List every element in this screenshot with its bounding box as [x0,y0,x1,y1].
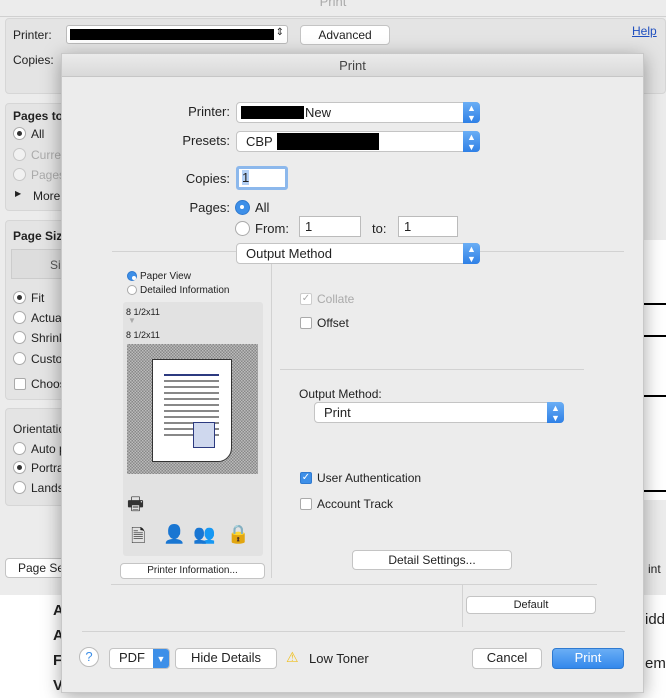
document-icon: 🗎 [131,526,146,546]
radio-portrait[interactable] [13,461,26,474]
document-text-right: iddleme [645,611,666,672]
cancel-button[interactable]: Cancel [472,648,542,669]
printer-information-button[interactable]: Printer Information... [120,563,265,579]
presets-select[interactable]: CBP ▲ ▼ [236,131,480,152]
hide-details-button[interactable]: Hide Details [175,648,277,669]
pages-heading: Pages to [13,109,64,123]
radio-current[interactable] [13,148,26,161]
radio-landscape[interactable] [13,481,26,494]
presets-label: Presets: [182,133,230,148]
pages-label: Pages: [189,200,230,215]
help-link[interactable]: Help [632,24,657,38]
printer-label: Printer: [13,28,52,42]
pages-from-radio[interactable] [235,221,250,236]
secure-document-icon: 🔒 [227,524,250,544]
presets-value: CBP [246,134,273,149]
printer-device-icon: 🖶 [127,494,144,514]
more-label[interactable]: More [33,189,60,203]
window-title: Print [319,0,347,9]
to-label: to: [372,221,387,236]
option-label: Shrink [31,331,66,345]
page-size-heading: Page Siz [13,229,63,243]
collate-label: Collate [317,292,355,306]
dialog-title: Print [62,54,643,77]
from-input[interactable]: 1 [299,216,361,237]
orientation-heading: Orientatio [13,422,66,436]
detail-settings-button[interactable]: Detail Settings... [352,550,512,570]
divider [280,369,584,370]
printer-label: Printer: [188,104,230,119]
to-input[interactable]: 1 [398,216,458,237]
page-preview [127,344,258,474]
page-thumbnail [152,359,232,462]
pages-all-label: All [255,200,270,215]
paper-view-label: Paper View [140,271,191,282]
divider [462,585,463,627]
choose-checkbox[interactable] [14,378,26,390]
radio-auto[interactable] [13,442,26,455]
copies-label: Copies: [13,53,54,67]
warning-icon: ⚠ [286,649,299,665]
divider [82,631,625,632]
offset-checkbox[interactable] [300,317,312,329]
chevron-updown-icon: ▲ ▼ [463,102,480,123]
option-label: Actua [31,311,62,325]
printer-select[interactable]: New ▲ ▼ [236,102,480,123]
users-icon: 👥 [193,524,216,544]
radio-actual[interactable] [13,311,26,324]
pdf-button[interactable]: PDF ▼ [109,648,170,669]
chevron-down-icon: ▼ [153,649,169,668]
advanced-button[interactable]: Advanced [300,25,390,45]
pages-all-radio[interactable] [235,200,250,215]
print-dialog: Print Printer: New ▲ ▼ Presets: CBP ▲ ▼ Copi… [61,53,644,693]
detailed-info-radio[interactable] [127,285,137,295]
default-button[interactable]: Default [466,596,596,614]
print-button-partial[interactable]: int [648,562,661,576]
document-preview-partial [644,240,666,500]
divider [271,264,272,578]
panel-select[interactable]: Output Method ▲ ▼ [236,243,480,264]
radio-fit[interactable] [13,291,26,304]
copies-input[interactable]: 1 [236,166,288,190]
output-method-label: Output Method: [299,387,382,401]
user-authentication-label: User Authentication [317,471,422,485]
option-label: All [31,127,45,141]
user-icon: 👤 [163,524,186,544]
radio-shrink[interactable] [13,331,26,344]
offset-label: Offset [317,316,349,330]
help-button[interactable]: ? [79,647,99,667]
option-label: Fit [31,291,45,305]
radio-pages[interactable] [13,168,26,181]
option-label: Pages [31,168,66,182]
copies-label: Copies: [185,171,230,186]
output-method-select[interactable]: Print ▲ ▼ [314,402,564,423]
chevron-updown-icon: ▲ ▼ [463,243,480,264]
radio-custom[interactable] [13,352,26,365]
chevron-updown-icon: ▲ ▼ [547,402,564,423]
radio-all[interactable] [13,127,26,140]
divider [0,16,666,17]
account-track-label: Account Track [317,497,394,511]
divider [111,584,597,585]
arrow-down-icon: ▼ [128,316,136,325]
print-button[interactable]: Print [552,648,624,669]
option-label: Custo [31,352,63,366]
option-label: Portra [31,461,64,475]
printer-select[interactable]: ⇕ [66,25,288,44]
option-label: Curre [31,148,62,162]
page-size-group [5,220,65,400]
preview-panel: 8 1/2x11 ▼ 8 1/2x11 🖶 🗎 👤 👥 🔒 [123,302,263,556]
paper-view-radio[interactable] [127,271,137,281]
account-track-checkbox[interactable] [300,498,312,510]
pages-from-label: From: [255,221,289,236]
status-text: Low Toner [309,651,369,666]
disclosure-triangle-icon[interactable]: ▶ [15,189,21,198]
option-label: Lands [31,481,64,495]
paper-size-out: 8 1/2x11 [126,330,160,340]
collate-checkbox[interactable]: ✓ [300,293,312,305]
chevron-updown-icon: ▲ ▼ [463,131,480,152]
printer-value: New [305,105,332,120]
user-authentication-checkbox[interactable]: ✓ [300,472,312,484]
detailed-info-label: Detailed Information [140,285,230,296]
